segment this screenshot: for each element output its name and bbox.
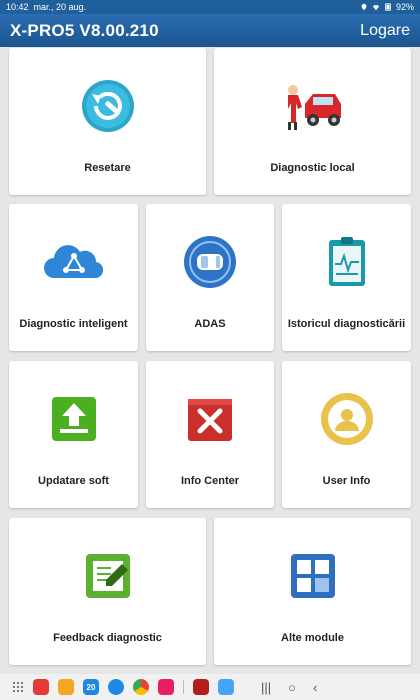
dock-app-flipboard-icon[interactable] [33, 679, 49, 695]
tile-label: ADAS [194, 318, 226, 330]
battery-icon [385, 3, 391, 11]
adas-car-sensor-icon [184, 236, 236, 288]
tile-adas[interactable]: ADAS [146, 204, 274, 351]
dock-app-xpro-icon[interactable] [193, 679, 209, 695]
apps-grid-icon[interactable] [12, 681, 24, 693]
reset-wrench-icon [81, 80, 134, 132]
tile-label: Diagnostic inteligent [19, 318, 128, 330]
upload-icon [51, 397, 96, 441]
tile-label: Alte module [281, 632, 344, 644]
tile-alte-module[interactable]: Alte module [214, 518, 411, 665]
modules-grid-icon [290, 554, 335, 598]
status-bar: 10:42 mar., 20 aug. 92% [0, 0, 420, 14]
login-button[interactable]: Logare [360, 22, 410, 40]
user-profile-icon [320, 393, 373, 445]
tile-feedback-diagnostic[interactable]: Feedback diagnostic [9, 518, 206, 665]
history-clipboard-icon [328, 237, 365, 286]
dock-divider [183, 680, 184, 694]
system-nav-bar: 20 ||| ○ ‹ [0, 674, 420, 700]
dock-app-calendar-icon[interactable]: 20 [83, 679, 99, 695]
tile-resetare[interactable]: Resetare [9, 48, 206, 195]
tile-info-center[interactable]: Info Center [146, 361, 274, 508]
feedback-pencil-icon [85, 554, 130, 598]
cloud-network-icon [43, 245, 103, 279]
wifi-icon [372, 4, 380, 11]
app-header: X-PRO5 V8.00.210 Logare [0, 14, 420, 47]
tile-diagnostic-inteligent[interactable]: Diagnostic inteligent [9, 204, 138, 351]
status-date: mar., 20 aug. [33, 2, 87, 12]
tile-label: Updatare soft [38, 475, 109, 487]
tile-istoricul-diagnosticarii[interactable]: Istoricul diagnosticării [282, 204, 411, 351]
tile-label: Info Center [180, 475, 240, 487]
dock-app-chrome-icon[interactable] [133, 679, 149, 695]
mechanic-car-icon [287, 85, 341, 130]
tile-label: Resetare [84, 162, 131, 174]
recents-icon[interactable]: ||| [261, 680, 271, 695]
battery-level: 92% [395, 2, 414, 12]
tile-label: Diagnostic local [270, 162, 355, 174]
tools-book-icon [188, 399, 232, 441]
dock-app-files-icon[interactable] [58, 679, 74, 695]
tile-diagnostic-local[interactable]: Diagnostic local [214, 48, 411, 195]
tile-user-info[interactable]: User Info [282, 361, 411, 508]
tile-updatare-soft[interactable]: Updatare soft [9, 361, 138, 508]
tile-label: Istoricul diagnosticării [287, 318, 406, 330]
tile-label: Feedback diagnostic [53, 632, 162, 644]
dock-app-bixby-icon[interactable] [218, 679, 234, 695]
app-title: X-PRO5 V8.00.210 [10, 20, 159, 40]
tile-label: User Info [322, 475, 371, 487]
dock-app-camera-icon[interactable] [158, 679, 174, 695]
home-icon[interactable]: ○ [288, 680, 296, 695]
dock-app-messages-icon[interactable] [108, 679, 124, 695]
status-time: 10:42 [6, 2, 29, 12]
location-icon [361, 3, 367, 11]
back-icon[interactable]: ‹ [313, 680, 317, 695]
